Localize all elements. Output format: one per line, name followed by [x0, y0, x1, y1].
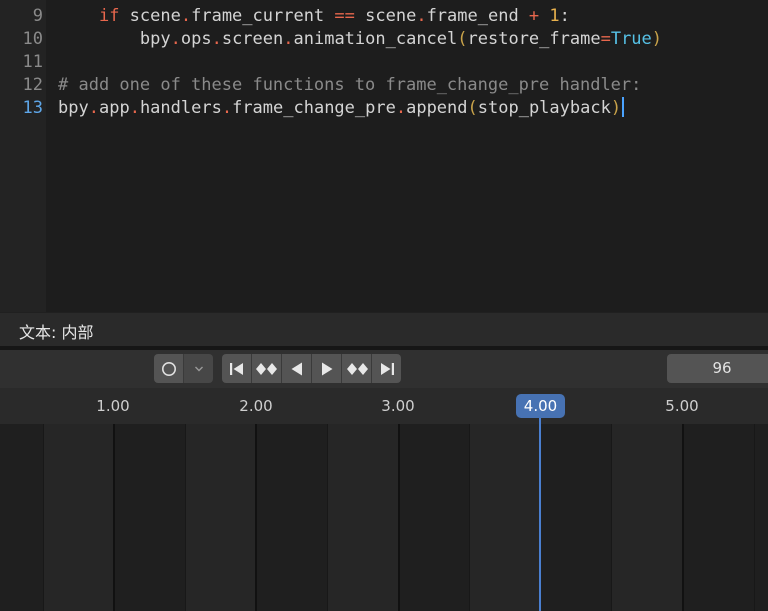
frame-band: [469, 424, 540, 611]
play-button[interactable]: [312, 354, 342, 383]
play-reverse-button[interactable]: [282, 354, 312, 383]
grid-line: [398, 424, 400, 611]
grid-line: [469, 424, 470, 611]
grid-line: [611, 424, 612, 611]
current-frame-field[interactable]: 96: [667, 354, 768, 383]
text-cursor: [622, 97, 625, 117]
record-circle-icon: [161, 361, 176, 376]
prev-keyframe-button[interactable]: [252, 354, 282, 383]
playhead-line[interactable]: [539, 418, 541, 611]
frame-band: [185, 424, 256, 611]
prev-keyframe-icon: [255, 362, 277, 375]
line-number-current: 13: [22, 98, 43, 118]
next-keyframe-icon: [346, 362, 368, 375]
frame-band: [327, 424, 398, 611]
tick-label: 2.00: [239, 397, 273, 415]
grid-line: [754, 424, 755, 611]
text-editor[interactable]: 9 10 11 12 13 if scene.frame_current == …: [0, 0, 768, 312]
code-line-9[interactable]: if scene.frame_current == scene.frame_en…: [58, 5, 570, 28]
current-frame-value: 96: [712, 359, 732, 377]
line-number: 11: [22, 52, 43, 72]
tick-label: 5.00: [665, 397, 699, 415]
grid-line: [327, 424, 328, 611]
jump-to-end-button[interactable]: [372, 354, 401, 383]
timeline-track-area[interactable]: [0, 424, 768, 611]
code-line-13[interactable]: bpy.app.handlers.frame_change_pre.append…: [58, 97, 625, 120]
grid-line: [43, 424, 44, 611]
play-reverse-icon: [291, 362, 302, 375]
playback-controls: [222, 354, 401, 383]
timeline-ruler[interactable]: 1.00 2.00 3.00 5.00: [0, 388, 768, 424]
jump-to-start-icon: [229, 362, 243, 375]
grid-line: [682, 424, 684, 611]
line-number: 10: [22, 29, 43, 49]
timeline-header: 96: [0, 350, 768, 388]
jump-to-end-icon: [380, 362, 394, 375]
line-number: 12: [22, 75, 43, 95]
grid-line: [255, 424, 257, 611]
playhead-frame-label[interactable]: 4.00: [516, 394, 565, 418]
line-number: 9: [32, 6, 43, 26]
next-keyframe-button[interactable]: [342, 354, 372, 383]
frame-band: [43, 424, 114, 611]
code-line-10[interactable]: bpy.ops.screen.animation_cancel(restore_…: [58, 28, 662, 51]
grid-line: [113, 424, 115, 611]
frame-band: [611, 424, 683, 611]
code-line-12-comment[interactable]: # add one of these functions to frame_ch…: [58, 74, 641, 97]
chevron-down-icon: [194, 366, 203, 371]
auto-keying-group: [154, 354, 213, 383]
tick-label: 1.00: [96, 397, 130, 415]
jump-to-start-button[interactable]: [222, 354, 252, 383]
auto-keying-dropdown[interactable]: [184, 354, 213, 383]
editor-status-bar: 文本: 内部: [0, 312, 768, 347]
line-number-gutter: 9 10 11 12 13: [6, 0, 46, 312]
grid-line: [185, 424, 186, 611]
tick-label: 3.00: [381, 397, 415, 415]
play-icon: [321, 362, 332, 375]
auto-keying-toggle[interactable]: [154, 354, 184, 383]
status-text: 文本: 内部: [19, 323, 94, 342]
